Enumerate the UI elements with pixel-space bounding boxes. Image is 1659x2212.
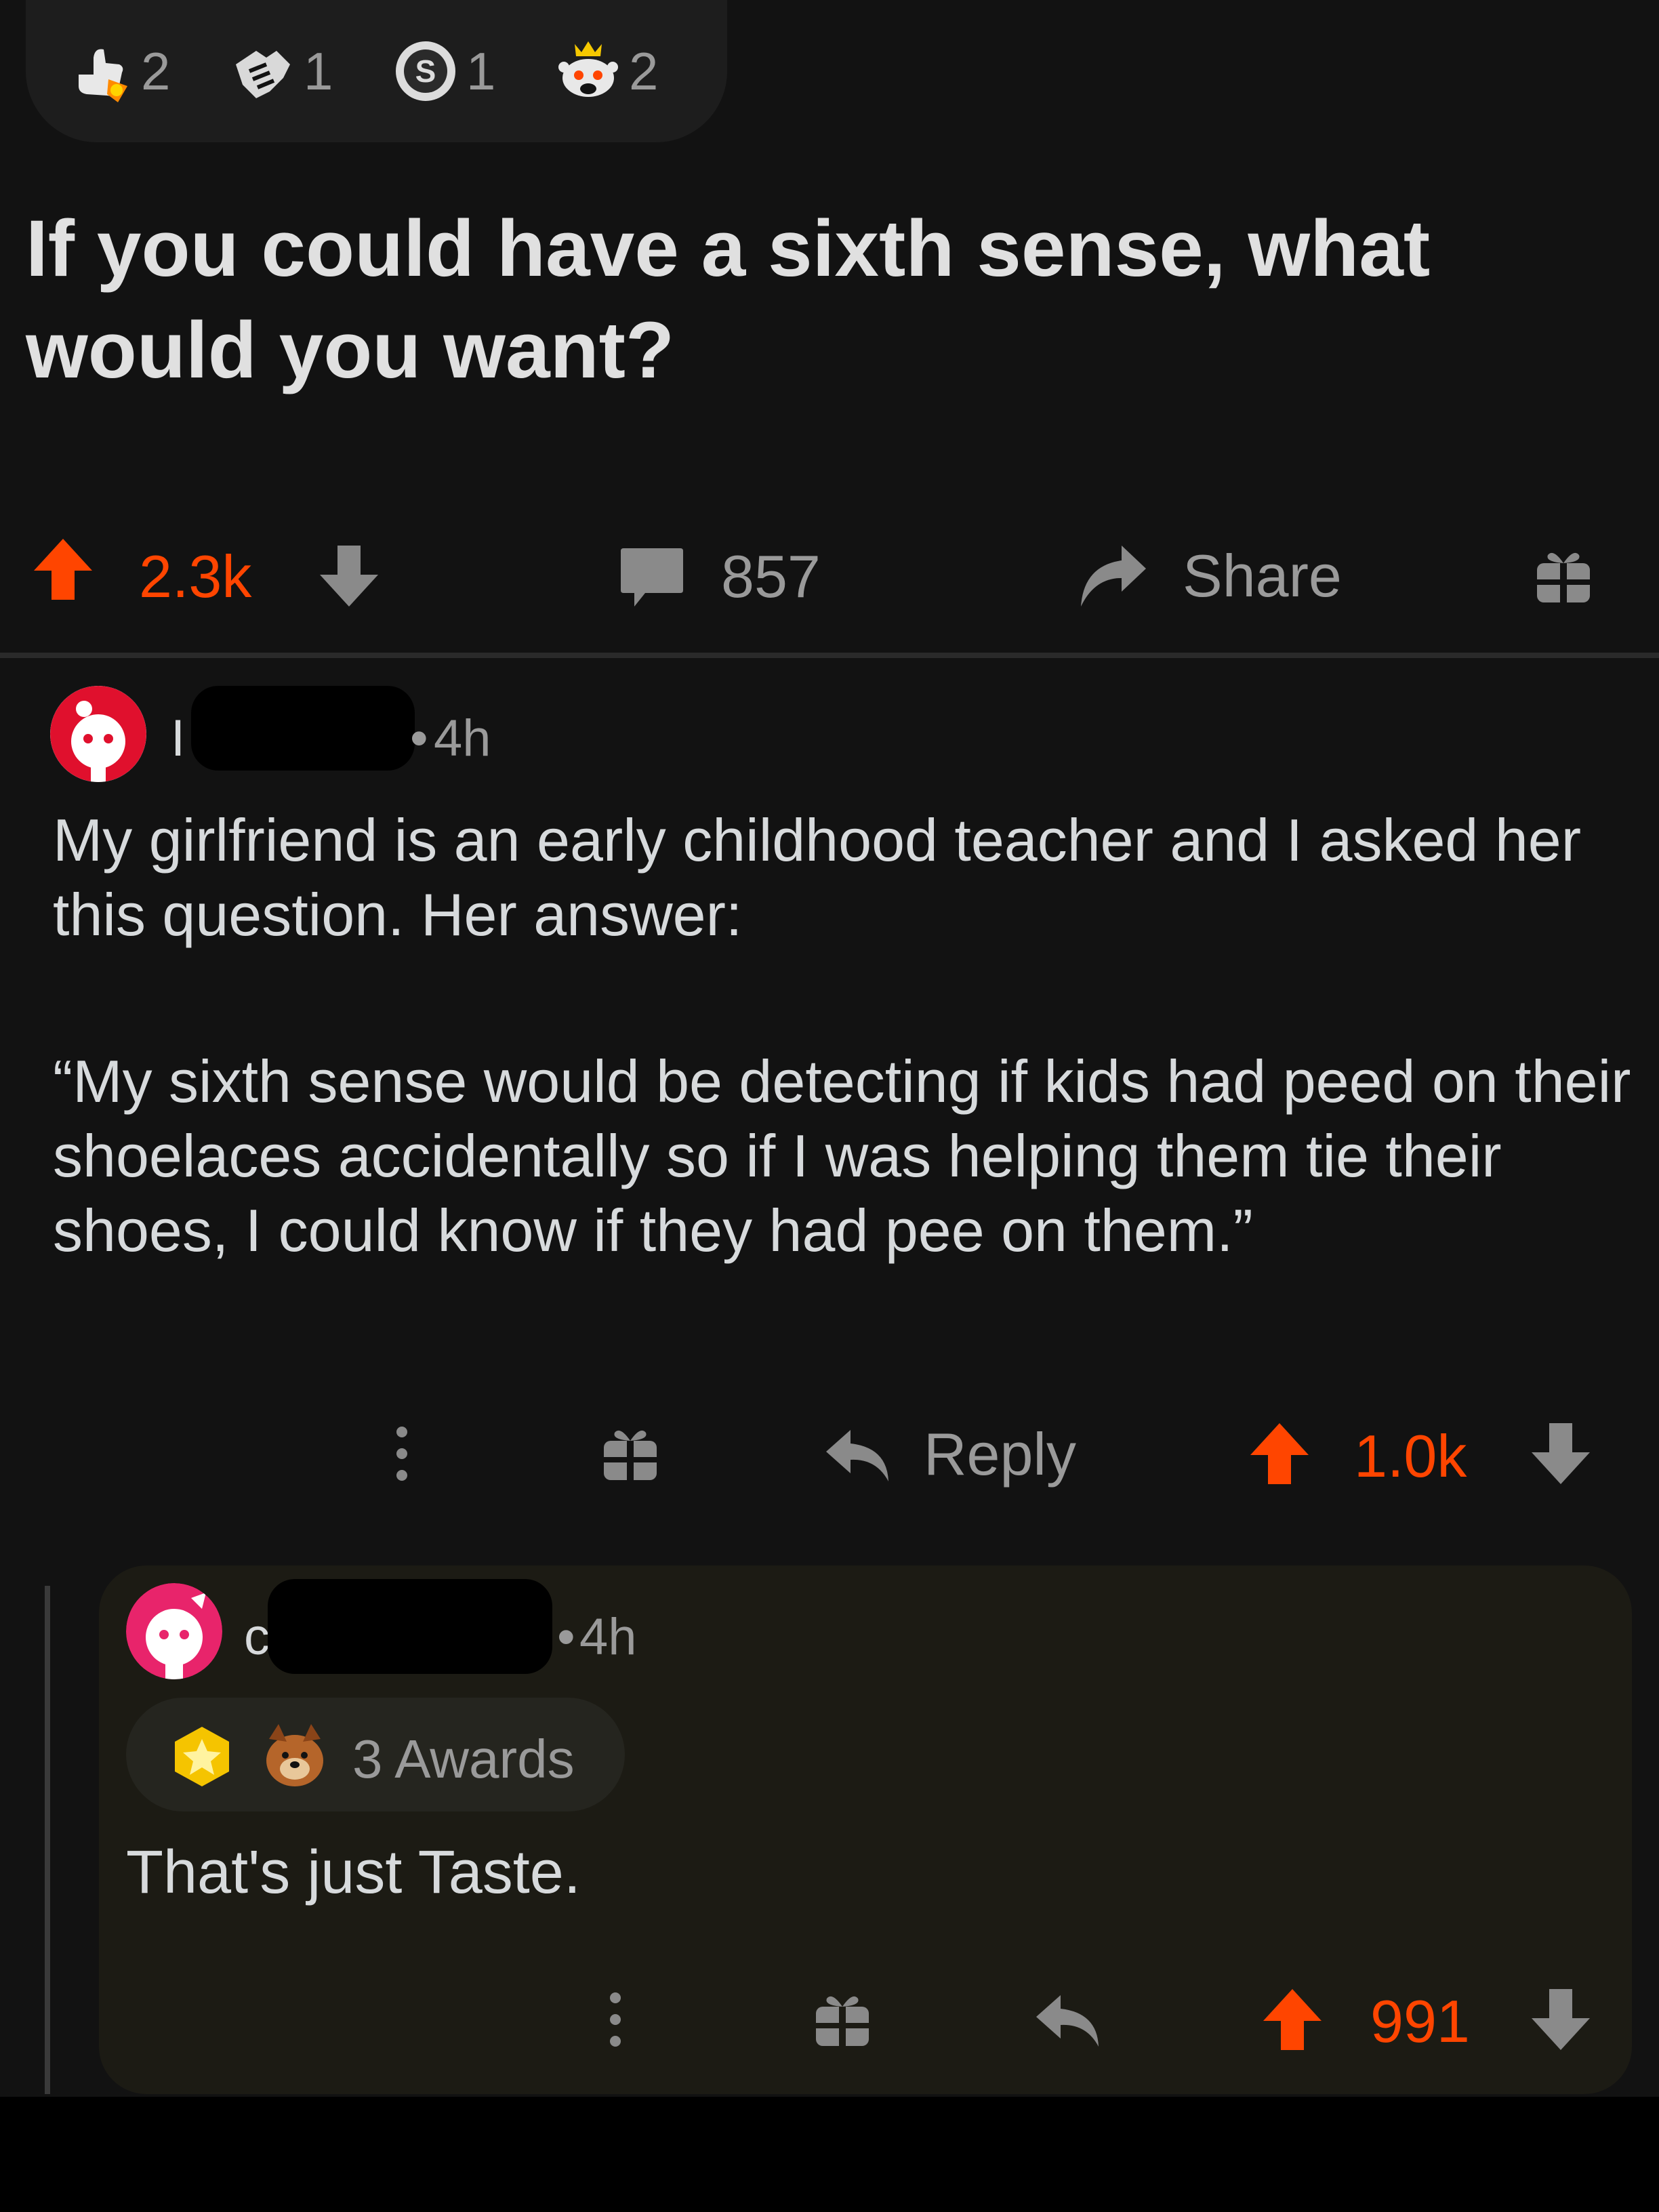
comment-meta-separator: • [410,710,428,767]
reply-arrow-icon [1036,1995,1099,2047]
username-redaction [191,686,415,771]
star-award-icon [168,1723,236,1794]
reply-arrow-icon [826,1430,888,1481]
comment-upvote-button[interactable] [1249,1420,1310,1488]
upvote-arrow-icon [1263,1989,1322,2050]
snoo-avatar-icon [50,686,146,782]
comment-bubble-icon [621,548,683,607]
comment-more-button[interactable] [390,1420,414,1488]
award-silver[interactable]: S 1 [392,34,495,108]
post-downvote-button[interactable] [319,542,380,610]
upvote-arrow-icon [34,539,92,600]
reply-body: That's just Taste. [126,1839,581,1906]
doge-award-icon [261,1719,329,1794]
comment-paragraph: “My sixth sense would be detecting if ki… [53,1048,1631,1264]
share-label: Share [1183,542,1342,609]
comment-timestamp: 4h [434,710,491,767]
award-rocket-like[interactable]: 2 [66,34,170,108]
award-count: 2 [141,41,171,101]
reply-more-button[interactable] [603,1986,628,2053]
post-share-button[interactable]: Share [1074,539,1342,613]
award-count: 2 [629,41,659,101]
more-vertical-icon [610,1992,621,2047]
reply-upvote-button[interactable] [1262,1986,1323,2053]
upvote-arrow-icon [1250,1423,1309,1484]
crowned-snoo-icon [558,41,618,97]
snoo-avatar-icon [126,1583,222,1679]
reply-avatar[interactable] [126,1583,222,1679]
reply-score: 991 [1370,1988,1470,2055]
reply-label: Reply [924,1420,1076,1488]
post-divider [0,653,1659,658]
post-upvote-button[interactable] [33,535,94,603]
post-awards-bar[interactable]: 2 1 S 1 2 [26,0,727,142]
downvote-arrow-icon [1532,1989,1590,2050]
reply-downvote-button[interactable] [1530,1986,1591,2053]
post-gift-award-button[interactable] [1533,546,1594,607]
award-crowned-snoo[interactable]: 2 [554,34,658,108]
reply-reply-button[interactable] [1033,1986,1101,2053]
gift-icon [604,1430,657,1480]
comment-downvote-button[interactable] [1530,1420,1591,1488]
post-title: If you could have a sixth sense, what wo… [26,204,1431,395]
share-arrow-icon [1081,546,1146,607]
award-count: 1 [304,41,333,101]
thread-line[interactable] [45,1586,50,2094]
reply-gift-award-button[interactable] [812,1989,873,2050]
post-comments-button[interactable]: 857 [618,542,821,611]
gift-icon [816,1996,869,2046]
reply-meta-separator: • [557,1608,575,1666]
comment-username[interactable]: I [171,709,185,768]
comment-count: 857 [721,543,821,610]
gift-icon [1537,552,1590,602]
bottom-bar [0,2097,1659,2212]
downvote-arrow-icon [320,546,378,607]
downvote-arrow-icon [1532,1423,1590,1484]
post-score: 2.3k [139,543,252,610]
svg-text:S: S [415,54,436,89]
awards-count-label: 3 Awards [352,1729,575,1789]
silver-coin-icon: S [396,41,455,101]
comment-avatar[interactable] [50,686,146,782]
reply-timestamp: 4h [579,1608,637,1666]
comment-paragraph: My girlfriend is an early childhood teac… [53,806,1581,948]
award-handshake[interactable]: 1 [229,34,333,108]
username-redaction [268,1579,552,1674]
award-count: 1 [466,41,496,101]
comment-gift-award-button[interactable] [600,1423,661,1484]
more-vertical-icon [396,1427,407,1481]
thumbs-up-rocket-icon [79,49,127,102]
handshake-icon [236,51,290,98]
comment-body: My girlfriend is an early childhood teac… [53,803,1632,1268]
comment-score: 1.0k [1354,1422,1467,1490]
comment-reply-button[interactable]: Reply [823,1420,1076,1489]
